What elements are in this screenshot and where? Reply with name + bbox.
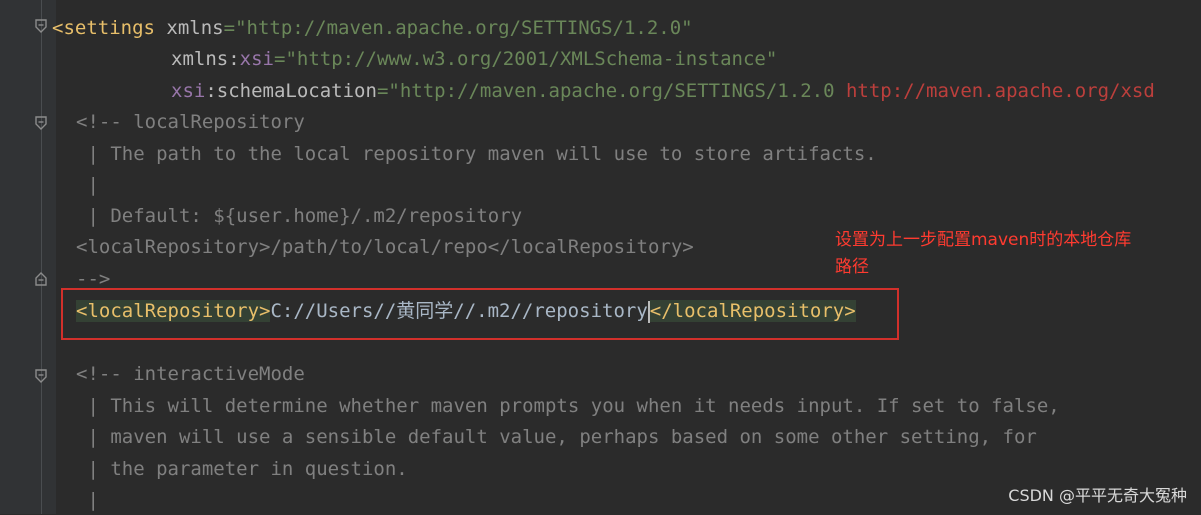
equals: = xyxy=(376,80,389,102)
schema-location-error-url: http://maven.apache.org/xsd xyxy=(845,80,1155,102)
comment-line[interactable]: | This will determine whether maven prom… xyxy=(76,391,1059,421)
comment-line[interactable]: | maven will use a sensible default valu… xyxy=(76,422,1036,452)
fold-expand-end-icon[interactable] xyxy=(34,272,48,286)
annotation-note: 设置为上一步配置maven时的本地仓库 路径 xyxy=(835,227,1195,281)
watermark: CSDN @平平无奇大冤种 xyxy=(1008,486,1187,505)
comment-line[interactable]: | The path to the local repository maven… xyxy=(76,139,876,169)
xmlns-prefix: xmlns xyxy=(171,48,229,70)
annotation-line: 路径 xyxy=(835,257,869,277)
code-line-settings[interactable]: <settings xmlns="http://maven.apache.org… xyxy=(52,13,693,43)
xsi-prefix: xsi xyxy=(171,80,206,102)
fold-collapse-icon[interactable] xyxy=(34,19,48,33)
xsi-attr: xsi xyxy=(239,48,274,70)
equals: = xyxy=(223,17,236,39)
comment-line[interactable]: <localRepository>/path/to/local/repo</lo… xyxy=(76,232,694,262)
fold-collapse-icon[interactable] xyxy=(34,369,48,383)
colon: : xyxy=(228,48,240,70)
comment-line[interactable]: | the parameter in question. xyxy=(76,454,407,484)
xmlns-attr: xmlns xyxy=(166,17,224,39)
comment-line[interactable]: | Default: ${user.home}/.m2/repository xyxy=(76,201,522,231)
highlight-box xyxy=(61,288,899,340)
code-line-xmlns-xsi[interactable]: xmlns:xsi="http://www.w3.org/2001/XMLSch… xyxy=(171,44,777,74)
comment-line[interactable]: <!-- localRepository xyxy=(76,107,305,137)
colon: : xyxy=(205,80,217,102)
code-line-schema-location[interactable]: xsi:schemaLocation="http://maven.apache.… xyxy=(171,76,1155,106)
editor-gutter xyxy=(0,0,56,514)
comment-line[interactable]: <!-- interactiveMode xyxy=(76,359,305,389)
equals: = xyxy=(273,48,286,70)
schema-location-value: "http://maven.apache.org/SETTINGS/1.2.0 xyxy=(388,80,846,102)
gutter-divider xyxy=(41,0,42,514)
comment-line[interactable]: | xyxy=(76,485,98,515)
settings-tag: <settings xyxy=(52,17,155,39)
xsi-value: "http://www.w3.org/2001/XMLSchema-instan… xyxy=(285,48,778,70)
xmlns-value: "http://maven.apache.org/SETTINGS/1.2.0" xyxy=(235,17,693,39)
annotation-line: 设置为上一步配置maven时的本地仓库 xyxy=(835,230,1132,250)
schema-location-attr: schemaLocation xyxy=(216,80,377,102)
fold-collapse-icon[interactable] xyxy=(34,116,48,130)
comment-line[interactable]: | xyxy=(76,170,98,200)
